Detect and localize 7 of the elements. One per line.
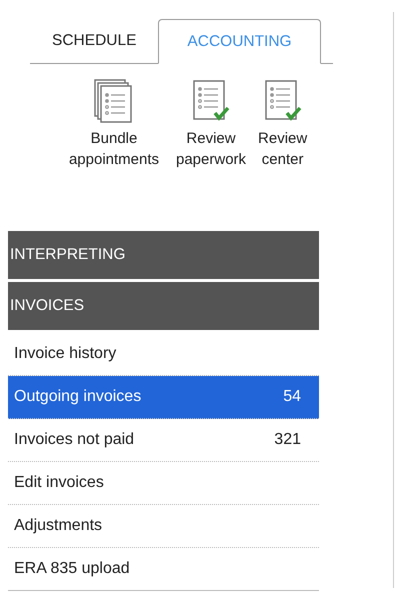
toolbar-button[interactable]: Review paperwork — [176, 78, 246, 188]
section-header[interactable]: INTERPRETING — [8, 231, 319, 282]
toolbar-button[interactable]: Review center — [258, 78, 308, 188]
section-header[interactable]: INVOICES — [8, 282, 319, 333]
nav-item[interactable]: Outgoing invoices 54 — [8, 376, 319, 419]
tab[interactable]: SCHEDULE — [30, 19, 158, 64]
toolbar-button[interactable]: Bundle appointments — [64, 78, 164, 188]
